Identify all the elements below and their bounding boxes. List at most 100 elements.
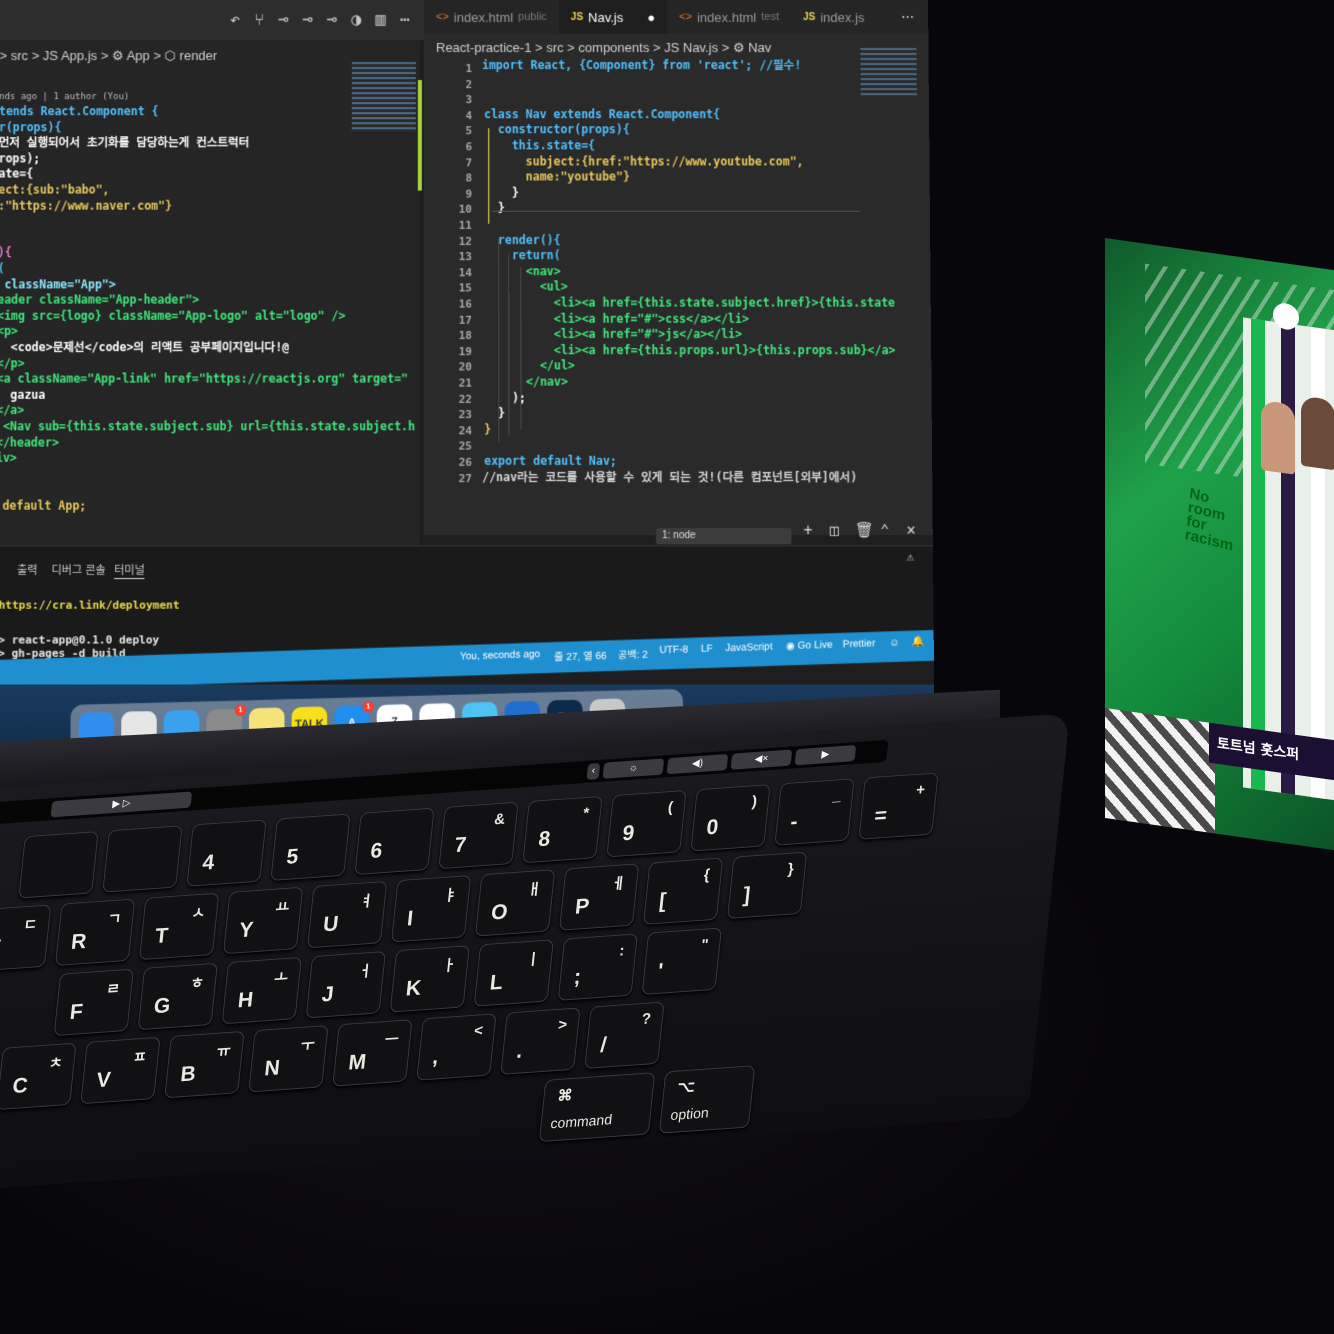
trash-terminal-icon[interactable]: 🗑 xyxy=(855,521,874,539)
key-H[interactable]: Hㅗ xyxy=(221,956,303,1025)
close-panel-icon[interactable]: × xyxy=(906,521,915,539)
right-breadcrumb[interactable]: React-practice-1 > src > components > JS… xyxy=(436,40,771,56)
indent-guide xyxy=(520,267,522,430)
key-legend: ] xyxy=(742,883,752,908)
key-R[interactable]: Rㄱ xyxy=(54,898,136,967)
more-icon[interactable]: ⋯ xyxy=(400,10,410,30)
unsaved-dot-icon[interactable]: ● xyxy=(647,9,655,24)
key-9[interactable]: 9( xyxy=(606,789,687,858)
code-line: ){ xyxy=(0,245,12,260)
key-J[interactable]: Jㅓ xyxy=(305,950,387,1019)
key--[interactable]: - _ xyxy=(774,778,855,846)
line-number: 3 xyxy=(465,93,473,107)
notification-badge: 1 xyxy=(362,700,374,713)
key-.[interactable]: . > xyxy=(500,1007,581,1075)
key-'[interactable]: ' " xyxy=(641,927,723,996)
git-commit-icon[interactable]: ⊸ xyxy=(278,10,288,30)
undo-icon[interactable]: ↶ xyxy=(230,10,240,30)
split-editor-icon[interactable]: ▥ xyxy=(375,10,385,30)
status-eol[interactable]: LF xyxy=(701,643,713,655)
option-key[interactable]: ⌥ option xyxy=(658,1065,756,1134)
tab-index-js[interactable]: JS index.js xyxy=(791,0,882,34)
tab-index-html[interactable]: <> index.html public xyxy=(424,0,559,34)
status-prettier[interactable]: Prettier xyxy=(843,638,876,650)
key-E[interactable]: Eㄷ xyxy=(0,904,52,972)
key-L[interactable]: Lㅣ xyxy=(473,939,555,1007)
key-0[interactable]: 0) xyxy=(690,784,771,852)
key-C[interactable]: Cㅊ xyxy=(0,1042,77,1111)
key-P[interactable]: Pㅔ xyxy=(558,863,640,931)
status-spaces[interactable]: 공백: 2 xyxy=(618,645,648,661)
command-key[interactable]: ⌘ command xyxy=(538,1072,656,1143)
key-F[interactable]: Fㄹ xyxy=(53,968,135,1037)
split-terminal-icon[interactable]: ◫ xyxy=(830,521,839,539)
play-controls[interactable]: ▶ ▷ xyxy=(50,791,193,818)
key-legend: . xyxy=(515,1039,524,1063)
status-encoding[interactable]: UTF-8 xyxy=(659,644,688,656)
key-][interactable]: ]} xyxy=(726,851,808,920)
volume-icon[interactable]: ◀) xyxy=(666,753,729,775)
warning-icon[interactable]: ⚠ xyxy=(907,549,914,563)
terminal-line: > react-app@0.1.0 deploy xyxy=(0,633,160,647)
feedback-icon[interactable]: ☺ xyxy=(889,637,899,649)
key-8[interactable]: 8 * xyxy=(522,795,603,864)
key-B[interactable]: Bㅠ xyxy=(164,1030,245,1099)
key-T[interactable]: Tㅅ xyxy=(138,892,220,961)
command-label: command xyxy=(549,1111,614,1132)
tab-index-html[interactable]: <> index.html test xyxy=(667,0,791,34)
tab-terminal[interactable]: 터미널 xyxy=(114,561,145,580)
key-blank[interactable] xyxy=(102,825,183,893)
key-legend: , xyxy=(431,1045,440,1069)
line-number: 24 xyxy=(458,423,473,438)
git-next-icon[interactable]: ⊸ xyxy=(327,10,337,30)
key-=[interactable]: = + xyxy=(858,772,939,840)
branch-icon[interactable]: ⑂ xyxy=(254,10,264,30)
add-terminal-icon[interactable]: + xyxy=(803,521,812,539)
maximize-panel-icon[interactable]: ⌃ xyxy=(880,521,889,539)
tab-Nav-js[interactable]: JS Nav.js ● xyxy=(558,0,668,35)
notifications-icon[interactable]: 🔔 xyxy=(911,637,924,649)
tab-output[interactable]: 출력 xyxy=(17,562,38,578)
status-position[interactable]: 줄 27, 열 66 xyxy=(554,647,606,664)
code-line: </a> xyxy=(0,403,25,418)
key-I[interactable]: Iㅑ xyxy=(390,874,472,943)
brightness-icon[interactable]: ☼ xyxy=(602,758,665,779)
key-/[interactable]: /? xyxy=(584,1001,665,1070)
tab-debug-console[interactable]: 디버그 콘솔 xyxy=(51,562,105,578)
key-U[interactable]: Uㅕ xyxy=(306,880,388,949)
key-6[interactable]: 6 xyxy=(354,807,435,876)
key-;[interactable]: ;: xyxy=(557,933,639,1001)
status-language[interactable]: JavaScript xyxy=(725,641,772,654)
git-compare-icon[interactable]: ⊸ xyxy=(303,10,313,30)
terminal-select[interactable]: 1: node xyxy=(655,528,792,545)
key-O[interactable]: Oㅐ xyxy=(474,869,556,937)
key-K[interactable]: Kㅏ xyxy=(389,945,471,1013)
key-,[interactable]: , < xyxy=(416,1013,497,1081)
code-line: <li><a href="#">css</a></li> xyxy=(484,311,749,326)
right-minimap[interactable] xyxy=(860,48,917,97)
editor-toolbar: ↶ ⑂ ⊸ ⊸ ⊸ ◑ ▥ ⋯ xyxy=(0,0,425,41)
key-5[interactable]: 5 xyxy=(270,813,351,882)
status-blame[interactable]: You, seconds ago xyxy=(460,649,540,663)
mute-icon[interactable]: ◀× xyxy=(730,749,793,770)
key-7[interactable]: 7 & xyxy=(438,801,519,870)
indent-guide xyxy=(498,238,500,442)
left-minimap[interactable] xyxy=(351,62,416,133)
line-number: 4 xyxy=(465,108,473,123)
line-number: 6 xyxy=(465,140,473,154)
timeline-icon[interactable]: ◑ xyxy=(351,10,361,30)
key-4[interactable]: 4 xyxy=(186,819,267,887)
left-breadcrumb[interactable]: > src > JS App.js > ⚙ App > ⬡ render xyxy=(0,48,217,64)
line-number: 1 xyxy=(465,62,473,76)
siri-icon[interactable]: ▶ xyxy=(794,745,857,766)
more-tabs-icon[interactable]: ⋯ xyxy=(901,9,928,25)
key-V[interactable]: Vㅍ xyxy=(80,1036,161,1105)
key-G[interactable]: Gㅎ xyxy=(137,962,219,1031)
key-[[interactable]: [{ xyxy=(642,857,724,925)
key-N[interactable]: Nㅜ xyxy=(248,1024,329,1093)
key-legend: J xyxy=(320,982,335,1007)
key-Y[interactable]: Yㅛ xyxy=(222,886,304,955)
touchbar-collapse-icon[interactable]: ‹ xyxy=(586,762,601,780)
key-M[interactable]: Mㅡ xyxy=(332,1019,413,1087)
key-blank[interactable] xyxy=(18,830,99,899)
